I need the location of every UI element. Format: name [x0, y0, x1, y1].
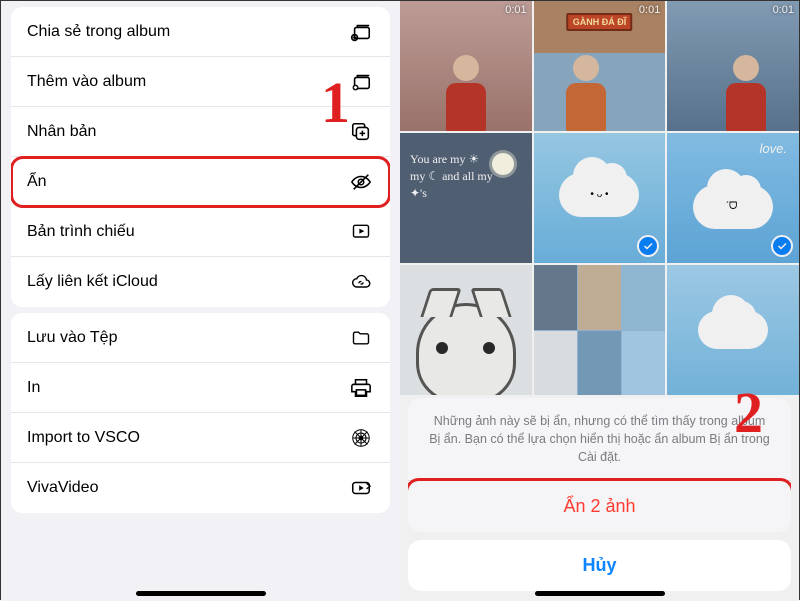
home-indicator [136, 591, 266, 596]
menu-item-label: Thêm vào album [27, 73, 146, 91]
menu-item-label: Lưu vào Tệp [27, 329, 117, 347]
icloud-link-icon [348, 269, 374, 295]
hide-photos-button[interactable]: Ẩn 2 ảnh [408, 481, 791, 532]
icloud-link-item[interactable]: Lấy liên kết iCloud [11, 257, 390, 307]
home-indicator [535, 591, 665, 596]
menu-item-label: Lấy liên kết iCloud [27, 273, 158, 291]
menu-item-label: In [27, 379, 40, 397]
hide-icon [348, 169, 374, 195]
folder-icon [348, 325, 374, 351]
share-album-item[interactable]: Chia sẻ trong album [11, 7, 390, 57]
duplicate-icon [348, 119, 374, 145]
vivavideo-icon [348, 475, 374, 501]
menu-item-label: Nhân bản [27, 123, 96, 141]
vivavideo-item[interactable]: VivaVideo [11, 463, 390, 513]
vsco-icon [348, 425, 374, 451]
print-icon [348, 375, 374, 401]
step-marker-1: 1 [321, 69, 350, 136]
step-marker-2: 2 [734, 379, 763, 446]
slideshow-icon [348, 219, 374, 245]
share-sheet-group-1: Chia sẻ trong album Thêm vào album Nhân … [11, 7, 390, 307]
menu-item-label: Chia sẻ trong album [27, 23, 170, 41]
actionsheet-overlay: Những ảnh này sẽ bị ẩn, nhưng có thể tìm… [400, 1, 799, 601]
photo-grid-pane: 0:01 0:01 GÀNH ĐÁ ĐĨ 0:01 You are my ☀ m… [400, 1, 799, 601]
share-sheet-pane: Chia sẻ trong album Thêm vào album Nhân … [1, 1, 400, 601]
menu-item-label: Bản trình chiếu [27, 223, 135, 241]
share-sheet-group-2: Lưu vào Tệp In Import to VSCO VivaVideo [11, 313, 390, 513]
menu-item-label: VivaVideo [27, 479, 98, 497]
hide-item[interactable]: Ẩn [11, 157, 390, 207]
save-to-files-item[interactable]: Lưu vào Tệp [11, 313, 390, 363]
import-vsco-item[interactable]: Import to VSCO [11, 413, 390, 463]
album-share-icon [348, 19, 374, 45]
slideshow-item[interactable]: Bản trình chiếu [11, 207, 390, 257]
cancel-button[interactable]: Hủy [408, 540, 791, 591]
menu-item-label: Ẩn [27, 173, 47, 191]
album-add-icon [348, 69, 374, 95]
menu-item-label: Import to VSCO [27, 429, 140, 447]
print-item[interactable]: In [11, 363, 390, 413]
